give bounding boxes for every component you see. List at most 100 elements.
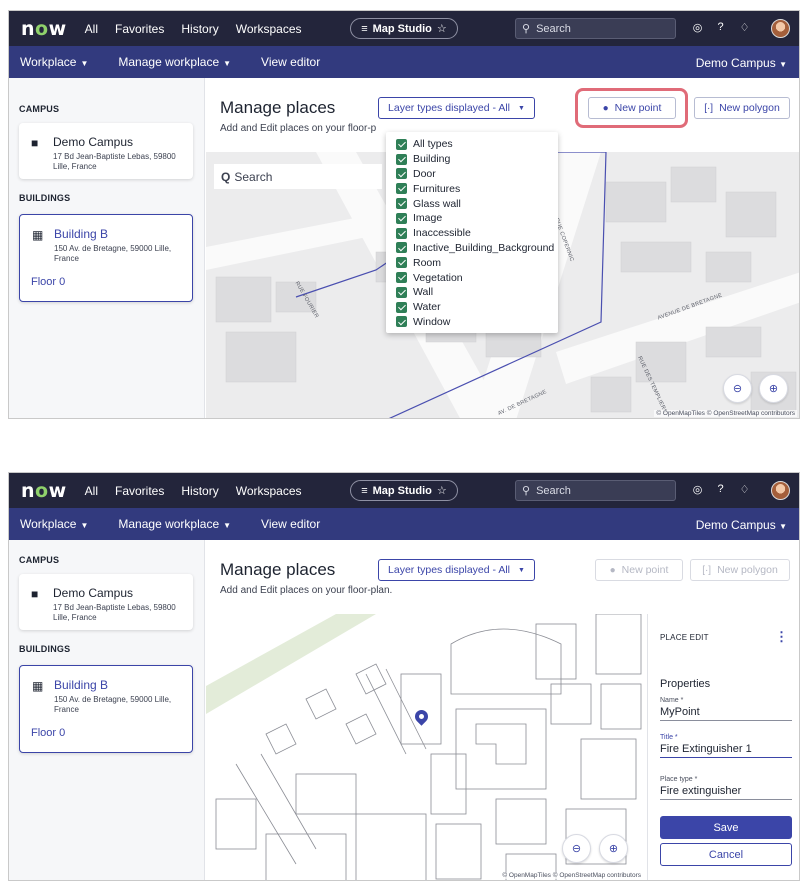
checkbox-checked-icon[interactable] [396,138,407,150]
name-field[interactable]: Name * MyPoint [660,697,792,721]
layer-option[interactable]: Room [386,255,558,270]
map-studio-pill[interactable]: ≡ Map Studio ☆ [350,480,458,501]
building-name: Building B [54,227,109,241]
workplace-menu[interactable]: Workplace ▼ [20,517,88,531]
more-options-icon[interactable]: ⋮ [775,629,788,645]
search-placeholder: Search [536,22,571,35]
checkbox-checked-icon[interactable] [396,257,407,269]
new-polygon-button[interactable]: [·] New polygon [694,97,790,119]
place-type-field[interactable]: Place type * Fire extinguisher [660,776,792,800]
checkbox-checked-icon[interactable] [396,272,407,284]
title-value[interactable]: Fire Extinguisher 1 [660,743,792,755]
layer-option[interactable]: Door [386,167,558,182]
page-subtitle: Add and Edit places on your floor-plan. [220,585,393,596]
new-polygon-button[interactable]: [·] New polygon [690,559,790,581]
layer-option[interactable]: Inaccessible [386,226,558,241]
bell-icon[interactable]: ♢ [737,483,752,496]
workplace-menu[interactable]: Workplace ▼ [20,55,88,69]
building-name: Building B [54,678,109,692]
nav-history[interactable]: History [181,22,218,36]
zoom-in-button[interactable]: ⊕ [759,374,788,403]
map-studio-pill[interactable]: ≡ Map Studio ☆ [350,18,458,39]
manage-workplace-menu[interactable]: Manage workplace ▼ [118,517,231,531]
avatar[interactable] [771,19,790,38]
layer-types-dropdown[interactable]: Layer types displayed - All ▼ [378,559,535,581]
manage-workplace-menu[interactable]: Manage workplace ▼ [118,55,231,69]
name-value[interactable]: MyPoint [660,706,792,718]
campus-selector[interactable]: Demo Campus ▼ [696,56,787,70]
place-type-label: Place type * [660,776,698,783]
checkbox-checked-icon[interactable] [396,168,407,180]
search-icon: ⚲ [522,23,531,35]
nav-workspaces[interactable]: Workspaces [236,484,302,498]
layer-types-menu: All types Building Door Furnitures Glass… [386,132,558,333]
cancel-button[interactable]: Cancel [660,843,792,866]
globe-icon[interactable]: ◎ [690,483,705,496]
view-editor-link[interactable]: View editor [261,55,320,69]
view-editor-link[interactable]: View editor [261,517,320,531]
layer-option[interactable]: Image [386,211,558,226]
floor-link[interactable]: Floor 0 [31,276,65,288]
star-icon[interactable]: ☆ [437,484,447,497]
checkbox-checked-icon[interactable] [396,242,407,254]
layer-option[interactable]: Furnitures [386,181,558,196]
layer-option[interactable]: Vegetation [386,270,558,285]
search-icon: ⚲ [522,485,531,497]
layer-types-dropdown[interactable]: Layer types displayed - All ▼ [378,97,535,119]
floor-link[interactable]: Floor 0 [31,727,65,739]
layer-option[interactable]: Wall [386,285,558,300]
star-icon[interactable]: ☆ [437,22,447,35]
layer-option[interactable]: Building [386,152,558,167]
layer-option[interactable]: Inactive_Building_Background [386,241,558,256]
nav-all[interactable]: All [85,484,98,498]
zoom-out-button[interactable]: ⊖ [562,834,591,863]
now-logo[interactable]: now [21,480,67,502]
sidebar: CAMPUS ■ Demo Campus 17 Bd Jean-Baptiste… [9,540,205,880]
checkbox-checked-icon[interactable] [396,212,407,224]
campus-selector[interactable]: Demo Campus ▼ [696,518,787,532]
zoom-in-button[interactable]: ⊕ [599,834,628,863]
checkbox-checked-icon[interactable] [396,301,407,313]
globe-icon[interactable]: ◎ [690,21,705,34]
campus-heading: CAMPUS [19,104,60,114]
nav-all[interactable]: All [85,22,98,36]
save-button[interactable]: Save [660,816,792,839]
help-icon[interactable]: ? [713,483,728,495]
checkbox-checked-icon[interactable] [396,316,407,328]
nav-favorites[interactable]: Favorites [115,22,164,36]
bell-icon[interactable]: ♢ [737,21,752,34]
global-search-input[interactable]: ⚲ Search [515,480,676,501]
avatar[interactable] [771,481,790,500]
checkbox-checked-icon[interactable] [396,153,407,165]
nav-workspaces[interactable]: Workspaces [236,22,302,36]
now-logo[interactable]: now [21,18,67,40]
nav-favorites[interactable]: Favorites [115,484,164,498]
map-attribution: © OpenMapTiles © OpenStreetMap contribut… [654,410,797,417]
zoom-out-icon: ⊖ [732,383,743,395]
zoom-out-button[interactable]: ⊖ [723,374,752,403]
checkbox-checked-icon[interactable] [396,198,407,210]
campus-card[interactable]: ■ Demo Campus 17 Bd Jean-Baptiste Lebas,… [19,574,193,630]
building-address: 150 Av. de Bretagne, 59000 Lille, France [54,244,172,263]
panel-heading: PLACE EDIT [660,633,709,642]
campus-icon: ■ [31,136,39,150]
help-icon[interactable]: ? [713,21,728,33]
campus-card[interactable]: ■ Demo Campus 17 Bd Jean-Baptiste Lebas,… [19,123,193,179]
layer-option[interactable]: Glass wall [386,196,558,211]
global-search-input[interactable]: ⚲ Search [515,18,676,39]
nav-history[interactable]: History [181,484,218,498]
chevron-down-icon: ▼ [223,59,232,68]
layer-option[interactable]: Window [386,315,558,330]
chevron-down-icon: ▼ [518,566,525,574]
building-card[interactable]: ▦ Building B 150 Av. de Bretagne, 59000 … [19,665,193,753]
checkbox-checked-icon[interactable] [396,183,407,195]
checkbox-checked-icon[interactable] [396,227,407,239]
place-type-value[interactable]: Fire extinguisher [660,785,792,797]
map-search-input[interactable]: Q Search [214,164,382,189]
title-field[interactable]: Title * Fire Extinguisher 1 [660,734,792,758]
building-card[interactable]: ▦ Building B 150 Av. de Bretagne, 59000 … [19,214,193,302]
layer-option[interactable]: Water [386,300,558,315]
layer-option-all[interactable]: All types [386,137,558,152]
new-point-button[interactable]: ● New point [595,559,683,581]
checkbox-checked-icon[interactable] [396,286,407,298]
